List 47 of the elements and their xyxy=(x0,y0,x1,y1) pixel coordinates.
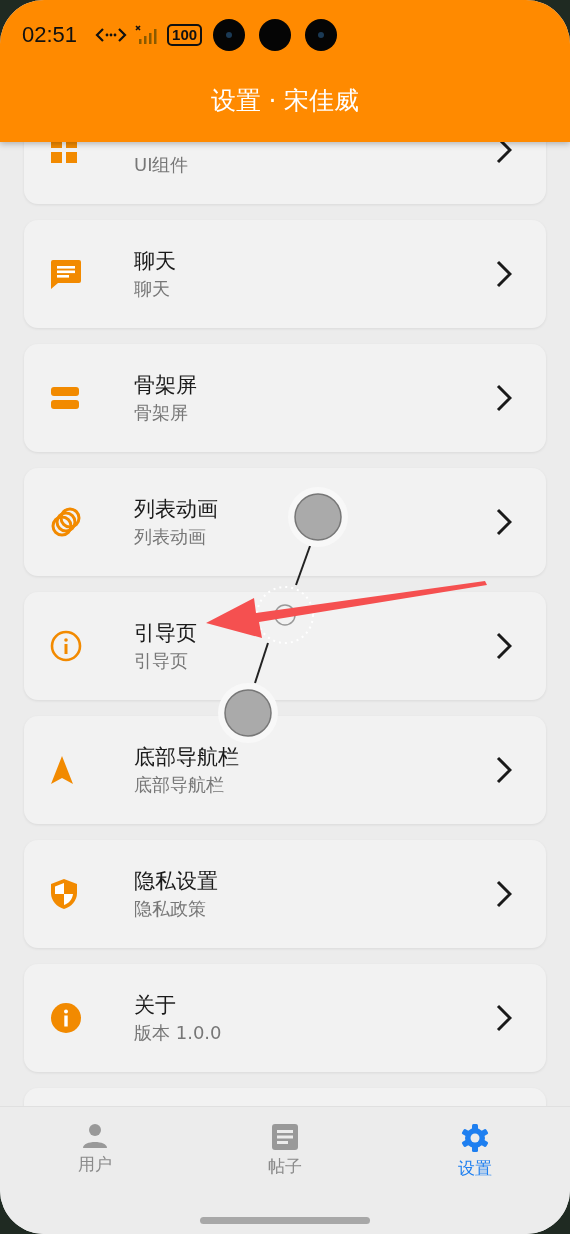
code-icon xyxy=(95,27,128,43)
item-title: 隐私设置 xyxy=(134,868,218,895)
chevron-icon xyxy=(496,756,512,784)
chevron-icon xyxy=(496,632,512,660)
rings-icon xyxy=(50,506,82,538)
settings-item[interactable]: 列表动画 列表动画 xyxy=(24,468,546,576)
item-title: 聊天 xyxy=(134,248,176,275)
item-title: 列表动画 xyxy=(134,496,218,523)
info-icon xyxy=(50,630,82,662)
chat-icon xyxy=(50,259,82,289)
page-title: 设置 · 宋佳威 xyxy=(209,86,361,116)
settings-item[interactable]: 关于 版本 1.0.0 xyxy=(24,964,546,1072)
grid-icon xyxy=(50,142,78,164)
item-title: 骨架屏 xyxy=(134,372,197,399)
status-time: 02:51 xyxy=(22,22,78,48)
item-subtitle: 列表动画 xyxy=(134,525,206,549)
battery-level: 100 xyxy=(167,24,203,46)
item-subtitle: 引导页 xyxy=(134,649,188,673)
settings-item[interactable]: 骨架屏 骨架屏 xyxy=(24,344,546,452)
settings-item[interactable]: 隐私设置 隐私政策 xyxy=(24,840,546,948)
item-subtitle: 隐私政策 xyxy=(134,897,206,921)
shield-icon xyxy=(50,878,78,910)
settings-item[interactable]: 引导页 引导页 xyxy=(24,592,546,700)
item-subtitle: UI组件 xyxy=(134,153,189,177)
item-title: 关于 xyxy=(134,992,176,1019)
item-title: 底部导航栏 xyxy=(134,744,239,771)
item-subtitle: 聊天 xyxy=(134,277,170,301)
item-subtitle: 骨架屏 xyxy=(134,401,188,425)
chevron-icon xyxy=(496,260,512,288)
document-icon xyxy=(271,1123,299,1151)
chevron-icon xyxy=(496,142,512,164)
settings-item[interactable]: 底部导航栏 底部导航栏 xyxy=(24,716,546,824)
person-icon xyxy=(82,1123,108,1149)
bars-icon xyxy=(50,386,80,410)
item-title: 引导页 xyxy=(134,620,197,647)
chevron-icon xyxy=(496,384,512,412)
settings-item[interactable]: UI组件 xyxy=(24,142,546,204)
chevron-icon xyxy=(496,1004,512,1032)
info-icon xyxy=(50,1002,82,1034)
chevron-icon xyxy=(496,508,512,536)
signal-icon xyxy=(135,25,160,45)
item-subtitle: 版本 1.0.0 xyxy=(134,1021,222,1045)
settings-icon xyxy=(460,1123,490,1153)
settings-item[interactable]: 聊天 聊天 xyxy=(24,220,546,328)
chevron-icon xyxy=(496,880,512,908)
navigation-icon xyxy=(50,755,74,785)
item-subtitle: 底部导航栏 xyxy=(134,773,224,797)
